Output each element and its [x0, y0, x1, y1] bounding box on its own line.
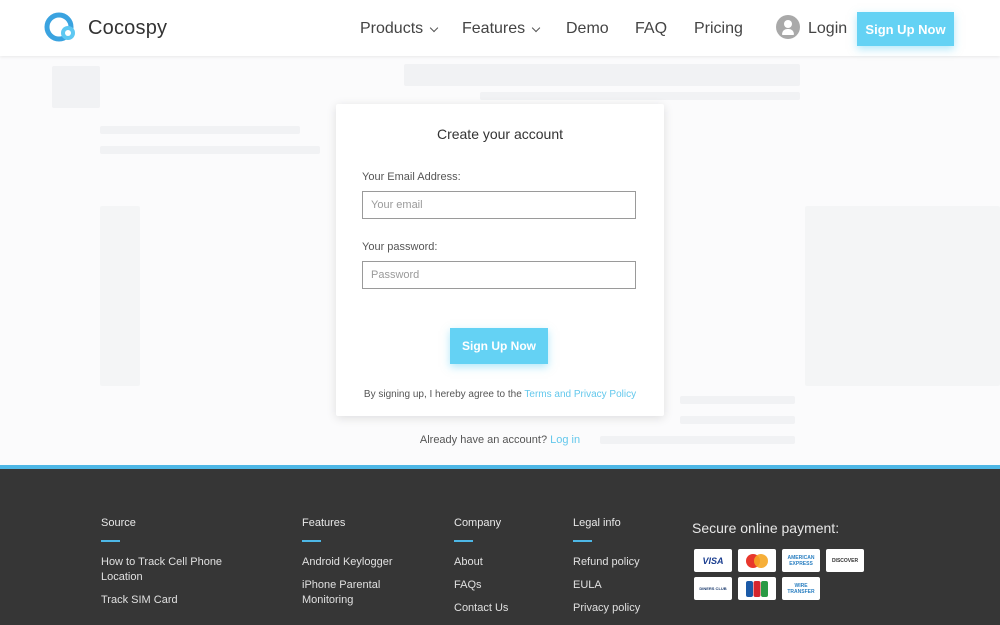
site-footer: Source How to Track Cell Phone Location … — [0, 469, 1000, 625]
terms-prefix: By signing up, I hereby agree to the — [363, 389, 525, 400]
brand-name: Cocospy — [88, 16, 168, 39]
footer-col-features: Features Android Keylogger iPhone Parent… — [302, 517, 412, 616]
amex-card-icon: AMERICAN EXPRESS — [782, 549, 820, 572]
footer-col-company: Company About FAQs Contact Us — [454, 517, 554, 624]
header-signup-button[interactable]: Sign Up Now — [857, 12, 954, 46]
site-header: Cocospy Products Features Demo FAQ Prici… — [0, 0, 1000, 56]
user-icon[interactable] — [776, 15, 800, 39]
footer-divider — [573, 540, 592, 542]
footer-heading: Source — [101, 517, 136, 529]
email-input[interactable] — [362, 191, 636, 219]
footer-link[interactable]: How to Track Cell Phone Location — [101, 555, 251, 585]
form-title: Create your account — [436, 126, 564, 142]
chevron-down-icon — [429, 23, 439, 32]
visa-label: VISA — [702, 555, 724, 566]
footer-link[interactable]: Privacy policy — [573, 601, 673, 616]
nav-demo[interactable]: Demo — [566, 20, 609, 38]
footer-link[interactable]: About — [454, 555, 554, 570]
footer-divider — [454, 540, 473, 542]
diners-club-icon: DINERS CLUB — [694, 577, 732, 600]
mastercard-icon — [738, 549, 776, 572]
footer-link[interactable]: FAQs — [454, 578, 554, 593]
discover-card-icon: DISCOVER — [826, 549, 864, 572]
footer-link[interactable]: Android Keylogger — [302, 555, 412, 570]
cocospy-logo-icon — [44, 12, 78, 44]
nav-products-label: Products — [360, 20, 424, 37]
discover-label: DISCOVER — [831, 557, 859, 564]
visa-card-icon: VISA — [694, 549, 732, 572]
nav-products[interactable]: Products — [360, 20, 439, 38]
nav-pricing[interactable]: Pricing — [694, 20, 743, 38]
footer-link[interactable]: Refund policy — [573, 555, 673, 570]
terms-link[interactable]: Terms and Privacy Policy — [524, 389, 636, 400]
wire-transfer-icon: WIRE TRANSFER — [782, 577, 820, 600]
footer-link[interactable]: iPhone Parental Monitoring — [302, 578, 412, 608]
brand-logo[interactable]: Cocospy — [44, 12, 167, 44]
footer-link[interactable]: Track SIM Card — [101, 593, 251, 608]
footer-link[interactable]: Contact Us — [454, 601, 554, 616]
nav-login[interactable]: Login — [808, 20, 847, 38]
footer-col-legal: Legal info Refund policy EULA Privacy po… — [573, 517, 673, 624]
footer-heading: Company — [454, 517, 502, 529]
terms-notice: By signing up, I hereby agree to the Ter… — [336, 389, 664, 400]
amex-label: AMERICAN EXPRESS — [787, 554, 815, 567]
nav-features[interactable]: Features — [462, 20, 541, 38]
already-prefix: Already have an account? — [419, 434, 551, 446]
footer-divider — [101, 540, 120, 542]
signup-card: Create your account Your Email Address: … — [336, 104, 664, 416]
diners-label: DINERS CLUB — [699, 586, 727, 591]
password-label: Your password: — [362, 241, 438, 253]
email-label: Your Email Address: — [362, 171, 461, 183]
login-link[interactable]: Log in — [550, 434, 580, 446]
chevron-down-icon — [531, 23, 541, 32]
password-input[interactable] — [362, 261, 636, 289]
payment-title: Secure online payment: — [692, 520, 840, 536]
footer-link[interactable]: EULA — [573, 578, 673, 593]
payment-methods: VISA AMERICAN EXPRESS DISCOVER DINERS CL… — [694, 549, 864, 600]
jcb-card-icon — [738, 577, 776, 600]
signup-submit-button[interactable]: Sign Up Now — [450, 328, 548, 364]
footer-heading: Features — [302, 517, 346, 529]
wire-transfer-label: WIRE TRANSFER — [787, 582, 815, 595]
footer-col-source: Source How to Track Cell Phone Location … — [101, 517, 251, 616]
nav-features-label: Features — [462, 20, 526, 37]
already-have-account: Already have an account? Log in — [0, 434, 1000, 446]
footer-heading: Legal info — [573, 517, 621, 529]
footer-divider — [302, 540, 321, 542]
nav-faq[interactable]: FAQ — [635, 20, 667, 38]
